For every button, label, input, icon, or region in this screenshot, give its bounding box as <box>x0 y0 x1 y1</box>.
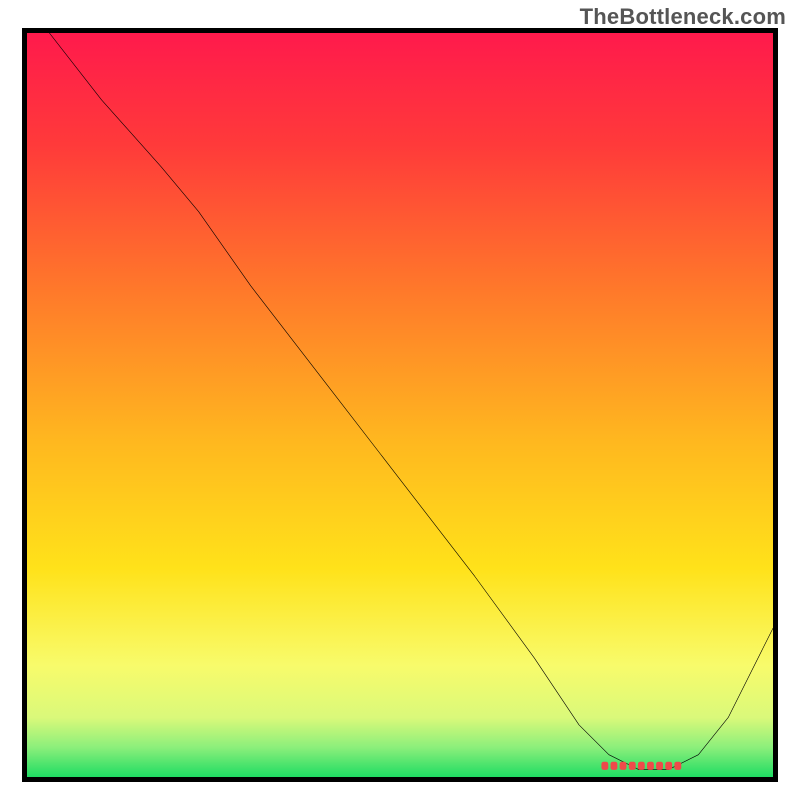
bottleneck-chart <box>27 33 773 777</box>
plot-border <box>22 28 778 782</box>
watermark-text: TheBottleneck.com <box>580 4 786 30</box>
optimal-marker <box>601 762 681 770</box>
gradient-background <box>27 33 773 777</box>
chart-frame: TheBottleneck.com <box>0 0 800 800</box>
